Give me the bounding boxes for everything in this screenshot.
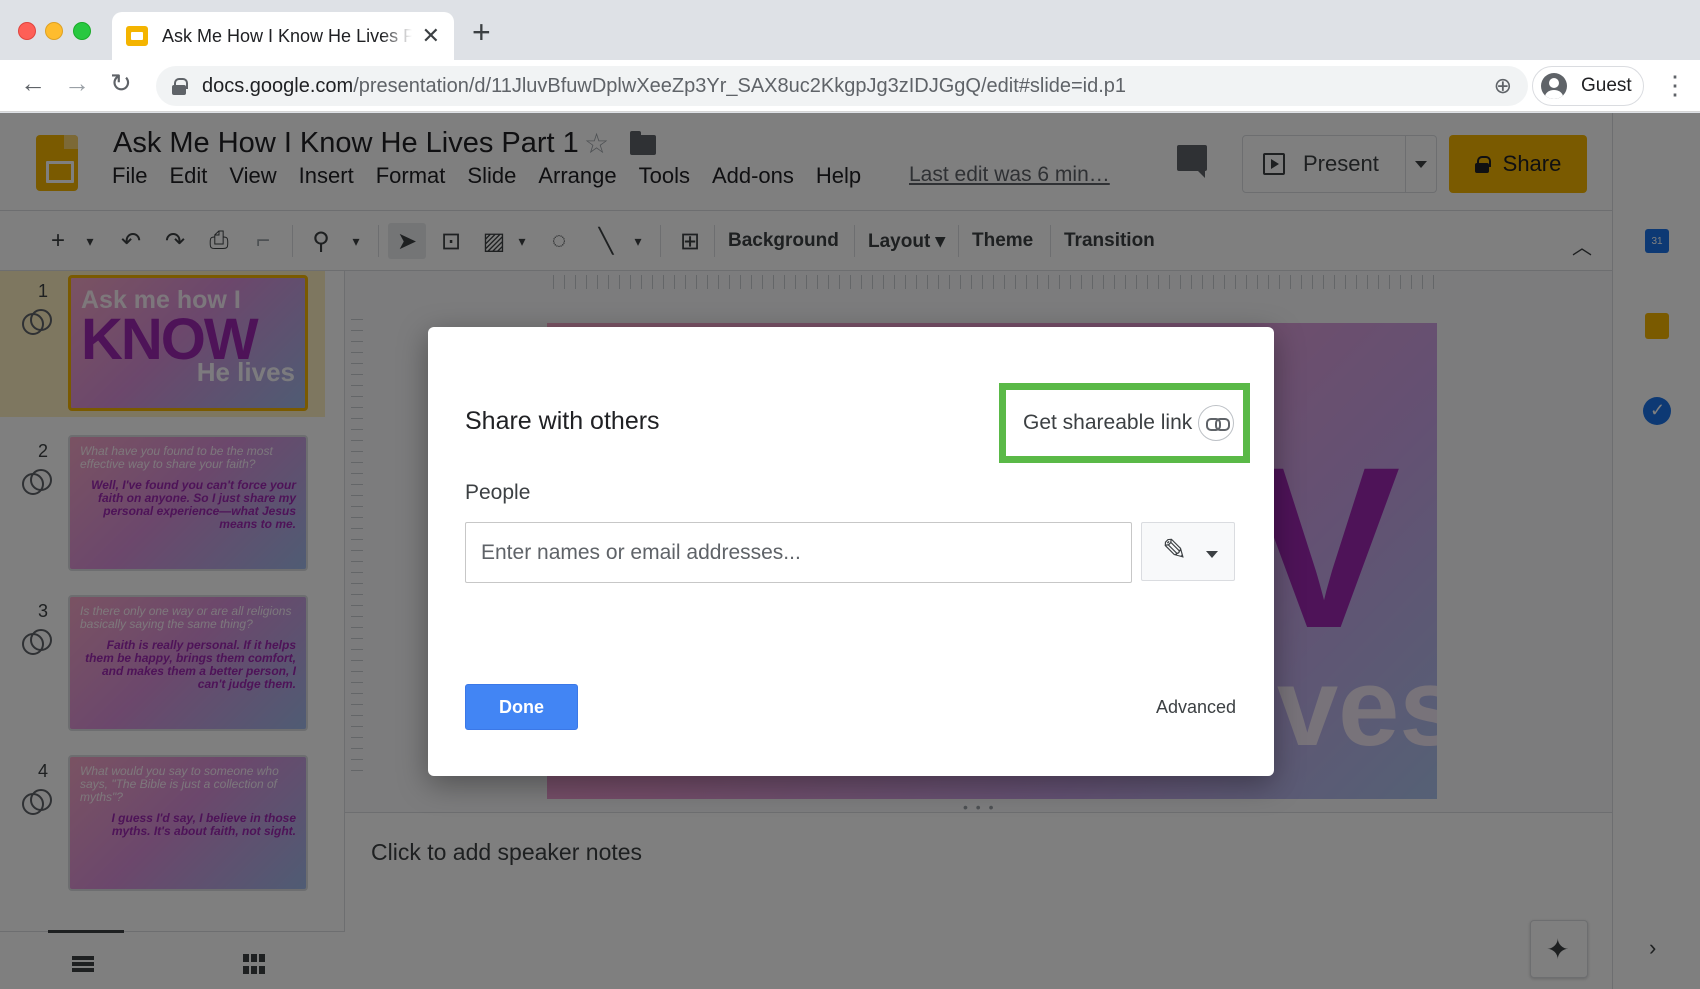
advanced-link[interactable]: Advanced <box>1156 697 1236 718</box>
url-path: /presentation/d/11JluvBfuwDplwXeeZp3Yr_S… <box>353 74 1127 97</box>
window-maximize-button[interactable] <box>73 22 91 40</box>
done-button[interactable]: Done <box>465 684 578 730</box>
slides-favicon-icon <box>126 26 148 46</box>
address-bar: ← → ↻ docs.google.com /presentation/d/11… <box>0 60 1700 112</box>
forward-arrow-icon[interactable]: → <box>64 70 90 96</box>
people-input[interactable] <box>465 522 1132 583</box>
share-dialog: Share with others Get shareable link Peo… <box>428 327 1274 776</box>
dialog-title: Share with others <box>465 407 660 435</box>
link-icon <box>1198 405 1235 441</box>
get-shareable-link-button[interactable]: Get shareable link <box>999 383 1250 463</box>
new-tab-button[interactable]: + <box>472 16 491 48</box>
url-host: docs.google.com <box>202 74 354 97</box>
get-shareable-link-label: Get shareable link <box>1023 411 1193 434</box>
reload-icon[interactable]: ↻ <box>110 70 132 96</box>
browser-menu-icon[interactable]: ⋮ <box>1662 70 1688 101</box>
guest-avatar-icon <box>1541 73 1567 99</box>
profile-button[interactable]: Guest <box>1532 66 1644 106</box>
permission-dropdown[interactable]: ✎ <box>1141 522 1235 581</box>
lock-icon[interactable] <box>172 78 188 95</box>
window-close-button[interactable] <box>18 22 36 40</box>
profile-label: Guest <box>1581 75 1632 96</box>
window-minimize-button[interactable] <box>45 22 63 40</box>
browser-tabstrip: Ask Me How I Know He Lives Part 1 ✕ + <box>0 0 1700 60</box>
url-omnibox[interactable]: docs.google.com /presentation/d/11JluvBf… <box>156 66 1528 106</box>
pencil-icon: ✎ <box>1162 534 1188 567</box>
tab-close-icon[interactable]: ✕ <box>422 23 440 49</box>
people-label: People <box>465 481 531 504</box>
dropdown-caret-icon <box>1206 551 1218 558</box>
back-arrow-icon[interactable]: ← <box>20 70 46 96</box>
browser-tab-active[interactable]: Ask Me How I Know He Lives Part 1 ✕ <box>112 12 454 60</box>
tab-title: Ask Me How I Know He Lives Part 1 <box>162 25 412 46</box>
zoom-icon[interactable]: ⊕ <box>1494 73 1512 99</box>
